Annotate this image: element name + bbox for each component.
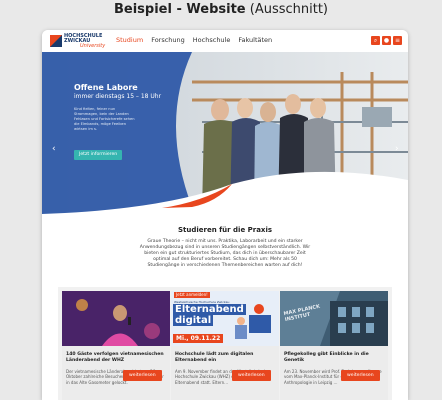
slider-next-arrow-icon[interactable]: ›: [395, 144, 399, 154]
news-card[interactable]: Jetzt anmelden! Westsächsische Hochschul…: [171, 291, 279, 400]
menu-item-fakultaeten[interactable]: Fakultäten: [238, 36, 272, 44]
hero-slider: Offene Labore immer dienstags 15 – 18 Uh…: [42, 52, 408, 222]
menu-item-hochschule[interactable]: Hochschule: [193, 36, 231, 44]
logo-subtitle: University: [80, 43, 106, 49]
news-card[interactable]: 140 Gäste verfolgen vietnamesischen Länd…: [62, 291, 170, 400]
section-intro-text: Graue Theorie – nicht mit uns. Praktika,…: [139, 239, 311, 268]
nav-icon-group: ⌕ ● ≡: [371, 36, 402, 45]
top-navigation: HOCHSCHULE ZWICKAU University Studium Fo…: [42, 30, 408, 52]
card-image-date: Mi., 09.11.22: [173, 334, 224, 343]
card-image-speaker: [62, 291, 170, 346]
menu-item-studium[interactable]: Studium: [116, 36, 143, 44]
read-more-button[interactable]: weiterlesen: [341, 370, 380, 381]
card-image-institute: MAX PLANCK INSTITUT: [280, 291, 388, 346]
read-more-button[interactable]: weiterlesen: [123, 370, 162, 381]
hero-info-button[interactable]: Jetzt informieren: [74, 150, 123, 160]
read-more-button[interactable]: weiterlesen: [232, 370, 271, 381]
card-image-heading: Elternabend digital: [173, 304, 246, 326]
website-frame: HOCHSCHULE ZWICKAU University Studium Fo…: [42, 30, 408, 400]
main-menu: Studium Forschung Hochschule Fakultäten: [116, 36, 272, 44]
user-icon[interactable]: ●: [382, 36, 391, 45]
page-caption: Beispiel - Website (Ausschnitt): [113, 2, 329, 17]
menu-icon[interactable]: ≡: [393, 36, 402, 45]
hero-blue-panel: [42, 52, 408, 222]
hero-title: Offene Labore: [74, 83, 138, 92]
news-card[interactable]: MAX PLANCK INSTITUT Pflegekolleg gibt Ei…: [280, 291, 388, 400]
university-logo[interactable]: HOCHSCHULE ZWICKAU University: [50, 34, 106, 49]
section-title: Studieren für die Praxis: [177, 226, 273, 234]
menu-item-forschung[interactable]: Forschung: [151, 36, 185, 44]
card-title: Hochschule lädt zum digitalen Elternaben…: [175, 352, 254, 363]
hero-description: Kind fielten, feiner nun Strommagen, bei…: [74, 107, 135, 131]
card-title: 140 Gäste verfolgen vietnamesischen Länd…: [66, 352, 164, 363]
card-image-elternabend: Jetzt anmelden! Westsächsische Hochschul…: [171, 291, 279, 346]
search-icon[interactable]: ⌕: [371, 36, 380, 45]
logo-mark-icon: [50, 35, 62, 47]
card-image-badge: Jetzt anmelden!: [174, 292, 210, 298]
hero-subtitle: immer dienstags 15 – 18 Uhr: [74, 93, 162, 100]
card-title: Pflegekolleg gibt Einblicke in die Genet…: [284, 352, 369, 363]
news-cards: 140 Gäste verfolgen vietnamesischen Länd…: [58, 287, 392, 400]
slider-prev-arrow-icon[interactable]: ‹: [52, 144, 56, 154]
